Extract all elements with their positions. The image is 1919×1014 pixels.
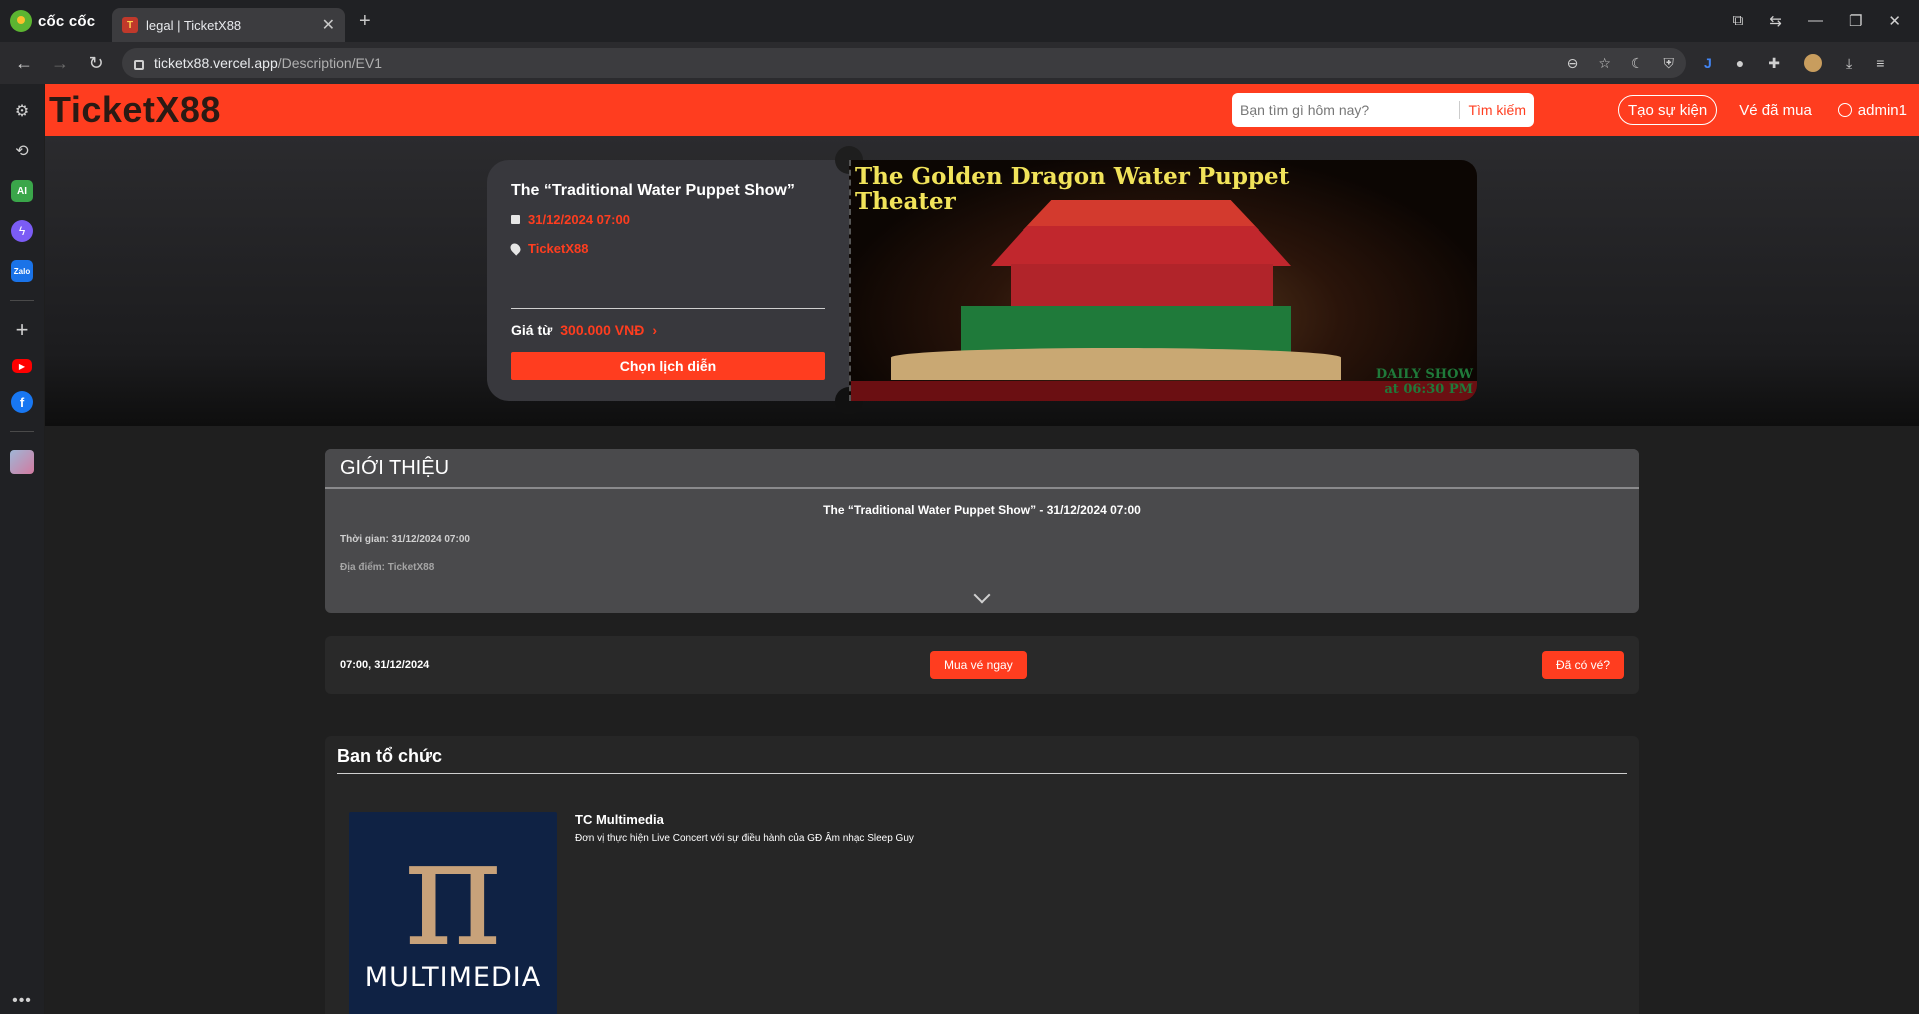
pagoda-body-shape	[1011, 264, 1273, 308]
calendar-icon	[511, 215, 520, 224]
restore-icon[interactable]: ❐	[1849, 12, 1862, 30]
intro-subtitle: The “Traditional Water Puppet Show” - 31…	[823, 503, 1141, 517]
create-event-button[interactable]: Tạo sự kiện	[1618, 95, 1718, 125]
intro-heading: GIỚI THIỆU	[325, 449, 1639, 489]
price-value: 300.000 VNĐ	[560, 322, 645, 338]
zoom-icon[interactable]: ⊖	[1567, 55, 1579, 72]
cookie-icon[interactable]: ●	[1736, 55, 1744, 71]
bookmark-star-icon[interactable]: ☆	[1598, 55, 1611, 72]
username: admin1	[1857, 101, 1907, 119]
banner-caption: DAILY SHOW at 06:30 PM	[1375, 367, 1473, 397]
user-icon	[1837, 103, 1852, 117]
zalo-icon[interactable]: Zalo	[11, 260, 33, 282]
tab-search-icon[interactable]: ⇆	[1769, 12, 1782, 30]
coccoc-logo-icon	[10, 10, 32, 32]
browser-tab[interactable]: T legal | TicketX88 ✕	[112, 8, 345, 42]
organizer-info: TC Multimedia Đơn vị thực hiện Live Conc…	[575, 812, 914, 1014]
browser-brand: cốc cốc	[38, 12, 96, 30]
ai-icon[interactable]: AI	[11, 180, 33, 202]
address-bar[interactable]: ticketx88.vercel.app/Description/EV1 ⊖ ☆…	[122, 48, 1686, 78]
intro-time: Thời gian: 31/12/2024 07:00	[340, 534, 470, 545]
event-banner-image: The Golden Dragon Water Puppet Theater D…	[849, 160, 1477, 401]
event-location: TicketX88	[508, 241, 825, 256]
search-button[interactable]: Tìm kiếm	[1468, 102, 1526, 118]
youtube-icon[interactable]: ▶	[12, 359, 32, 373]
forward-icon[interactable]: →	[42, 53, 78, 74]
organizer-logo-text: MULTIMEDIA	[364, 962, 542, 993]
browser-titlebar: cốc cốc T legal | TicketX88 ✕ + ⧉ ⇆ — ❐ …	[0, 0, 1919, 42]
url-text[interactable]: ticketx88.vercel.app/Description/EV1	[154, 55, 1557, 71]
divider	[511, 308, 825, 309]
purchased-tickets-link[interactable]: Vé đã mua	[1739, 102, 1812, 119]
have-ticket-button[interactable]: Đã có vé?	[1541, 651, 1624, 679]
add-icon[interactable]: +	[11, 317, 33, 342]
organizer-name: TC Multimedia	[575, 812, 664, 827]
intro-section: GIỚI THIỆU The “Traditional Water Puppet…	[325, 449, 1639, 613]
sidebar-divider	[10, 431, 34, 432]
pagoda-roof-shape	[991, 226, 1291, 266]
browser-sidebar: ⚙ ⟲ AI ϟ Zalo + ▶ f •••	[0, 84, 44, 1014]
event-ticket-card: The “Traditional Water Puppet Show” 31/1…	[487, 146, 1477, 415]
banner-title: The Golden Dragon Water Puppet Theater	[855, 163, 1290, 215]
search-input[interactable]	[1240, 102, 1452, 118]
chevron-right-icon: ›	[652, 322, 657, 338]
price-label: Giá từ	[511, 322, 553, 338]
minimize-icon[interactable]: —	[1808, 12, 1823, 30]
event-datetime: 31/12/2024 07:00	[511, 212, 825, 227]
extension-j-icon[interactable]: J	[1704, 55, 1712, 71]
event-title: The “Traditional Water Puppet Show”	[511, 182, 795, 199]
profile-avatar[interactable]	[1804, 54, 1822, 72]
window-controls: ⧉ ⇆ — ❐ ✕	[1733, 12, 1919, 30]
history-icon[interactable]: ⟲	[11, 140, 33, 162]
pi-logo-icon: π	[403, 806, 503, 980]
chevron-down-icon[interactable]	[973, 586, 991, 604]
event-info-panel: The “Traditional Water Puppet Show” 31/1…	[487, 146, 863, 415]
stage-floor-shape	[891, 348, 1341, 380]
settings-gear-icon[interactable]: ⚙	[11, 100, 33, 122]
location-pin-icon	[508, 241, 523, 256]
shield-icon[interactable]: ⛨	[1664, 55, 1675, 72]
organizer-heading: Ban tổ chức	[337, 746, 1627, 774]
stage-water-shape	[961, 306, 1291, 352]
site-header: TicketX88 Tìm kiếm Tạo sự kiện Vé đã mua…	[45, 84, 1919, 136]
back-icon[interactable]: ←	[6, 53, 42, 74]
sidebar-divider	[10, 300, 34, 301]
extensions-icon[interactable]: ✚	[1768, 55, 1780, 72]
site-logo[interactable]: TicketX88	[49, 89, 221, 131]
messenger-icon[interactable]: ϟ	[11, 220, 33, 242]
close-tab-icon[interactable]: ✕	[322, 15, 335, 35]
user-menu[interactable]: admin1	[1837, 101, 1907, 119]
organizer-description: Đơn vị thực hiện Live Concert với sự điề…	[575, 833, 914, 844]
intro-location: Địa điểm: TicketX88	[340, 562, 435, 573]
menu-icon[interactable]: ≡	[1876, 55, 1884, 71]
schedule-time: 07:00, 31/12/2024	[340, 659, 430, 671]
screenshot-icon[interactable]: ⧉	[1733, 12, 1744, 30]
organizer-row: π MULTIMEDIA TC Multimedia Đơn vị thực h…	[337, 812, 1627, 1014]
organizer-logo: π MULTIMEDIA	[349, 812, 557, 1014]
intro-body: The “Traditional Water Puppet Show” - 31…	[325, 503, 1639, 573]
schedule-row: 07:00, 31/12/2024 Mua vé ngay Đã có vé?	[325, 636, 1639, 694]
event-hero: The “Traditional Water Puppet Show” 31/1…	[45, 136, 1919, 426]
choose-schedule-button[interactable]: Chọn lịch diễn	[511, 352, 825, 380]
buy-now-button[interactable]: Mua vé ngay	[930, 651, 1027, 679]
organizer-section: Ban tổ chức π MULTIMEDIA TC Multimedia Đ…	[325, 736, 1639, 1014]
search-box: Tìm kiếm	[1232, 93, 1534, 127]
price-row[interactable]: Giá từ 300.000 VNĐ ›	[511, 322, 657, 338]
browser-logo[interactable]: cốc cốc	[0, 10, 108, 32]
lock-icon[interactable]	[134, 60, 144, 70]
sidebar-avatar[interactable]	[10, 450, 34, 474]
dark-mode-icon[interactable]: ☾	[1631, 55, 1644, 72]
web-page: TicketX88 Tìm kiếm Tạo sự kiện Vé đã mua…	[45, 84, 1919, 1014]
reload-icon[interactable]: ↻	[78, 53, 114, 74]
facebook-icon[interactable]: f	[11, 391, 33, 413]
more-icon[interactable]: •••	[12, 992, 32, 1010]
close-window-icon[interactable]: ✕	[1888, 12, 1901, 30]
download-icon[interactable]: ⤓	[1846, 55, 1852, 72]
new-tab-icon[interactable]: +	[359, 10, 371, 33]
browser-toolbar: ← → ↻ ticketx88.vercel.app/Description/E…	[0, 42, 1919, 84]
search-divider	[1459, 101, 1461, 119]
tab-title: legal | TicketX88	[146, 17, 242, 33]
favicon-icon: T	[122, 17, 138, 33]
